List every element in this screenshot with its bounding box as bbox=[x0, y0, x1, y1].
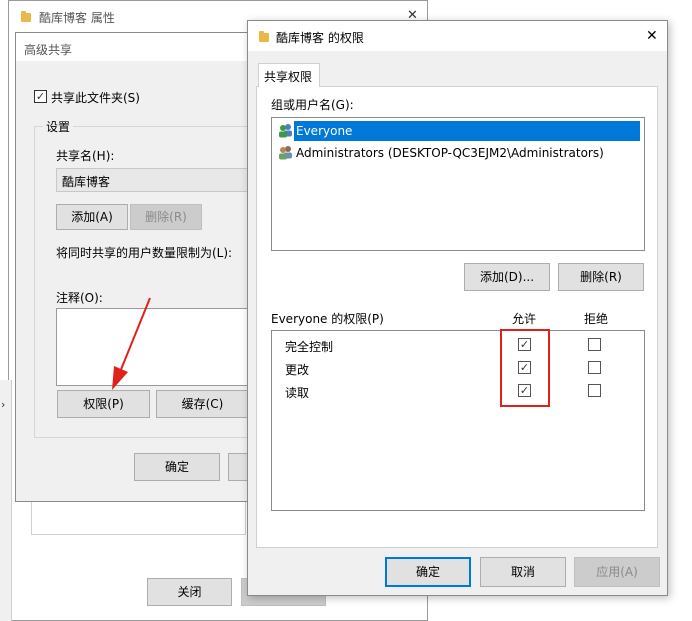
permissions-dialog-title: 酷库博客 的权限 bbox=[276, 31, 364, 45]
list-item-everyone[interactable]: Everyone bbox=[276, 121, 640, 141]
ok-button[interactable]: 确定 bbox=[385, 557, 471, 587]
list-item-administrators[interactable]: Administrators (DESKTOP-QC3EJM2\Administ… bbox=[276, 143, 640, 163]
folder-icon bbox=[21, 11, 31, 22]
permission-read: 读取 bbox=[285, 386, 310, 400]
user-group-icon bbox=[279, 146, 292, 160]
share-folder-checkbox[interactable]: ✓ bbox=[34, 90, 47, 103]
permissions-list bbox=[271, 330, 645, 511]
allow-highlight-box bbox=[500, 329, 550, 407]
user-name: Everyone bbox=[296, 124, 353, 138]
user-name: Administrators (DESKTOP-QC3EJM2\Administ… bbox=[296, 146, 604, 160]
add-button[interactable]: 添加(A) bbox=[56, 204, 128, 230]
remove-user-button[interactable]: 删除(R) bbox=[558, 263, 644, 291]
underlying-window-edge bbox=[0, 380, 12, 621]
chevron-right-icon[interactable]: › bbox=[1, 398, 5, 411]
deny-full-control-checkbox[interactable] bbox=[588, 338, 601, 351]
properties-window-title: 酷库博客 属性 bbox=[39, 11, 115, 25]
permission-full-control: 完全控制 bbox=[285, 340, 334, 354]
advanced-sharing-dialog: 高级共享 ✓ 共享此文件夹(S) 设置 共享名(H): 酷库博客 添加(A) 删… bbox=[15, 32, 268, 502]
permissions-dialog: 酷库博客 的权限 ✕ 共享权限 组或用户名(G): Everyone Admin bbox=[247, 20, 668, 596]
close-icon[interactable]: ✕ bbox=[646, 28, 658, 44]
settings-group-label: 设置 bbox=[43, 118, 74, 135]
close-button[interactable]: 关闭 bbox=[147, 578, 232, 606]
annotation-arrow bbox=[112, 297, 151, 390]
permissions-header: Everyone 的权限(P) bbox=[271, 312, 384, 326]
share-name-field[interactable]: 酷库博客 bbox=[56, 168, 256, 192]
remove-button: 删除(R) bbox=[130, 204, 202, 230]
cancel-button[interactable]: 取消 bbox=[480, 557, 566, 587]
deny-header: 拒绝 bbox=[584, 312, 609, 326]
share-name-value: 酷库博客 bbox=[62, 175, 111, 189]
advanced-sharing-title: 高级共享 bbox=[24, 43, 73, 57]
deny-read-checkbox[interactable] bbox=[588, 384, 601, 397]
apply-button: 应用(A) bbox=[574, 557, 660, 587]
group-user-label: 组或用户名(G): bbox=[271, 98, 354, 112]
cache-button[interactable]: 缓存(C) bbox=[156, 390, 249, 418]
tab-share-permissions-label: 共享权限 bbox=[264, 70, 313, 84]
share-folder-label: 共享此文件夹(S) bbox=[51, 91, 140, 105]
share-name-label: 共享名(H): bbox=[56, 149, 115, 163]
advanced-ok-button[interactable]: 确定 bbox=[134, 453, 220, 481]
user-list[interactable]: Everyone Administrators (DESKTOP-QC3EJM2… bbox=[271, 117, 645, 251]
comment-label: 注释(O): bbox=[56, 291, 103, 305]
users-icon bbox=[279, 124, 292, 138]
allow-header: 允许 bbox=[512, 312, 537, 326]
user-limit-label: 将同时共享的用户数量限制为(L): bbox=[56, 246, 233, 260]
folder-icon bbox=[259, 31, 269, 42]
deny-change-checkbox[interactable] bbox=[588, 361, 601, 374]
permission-change: 更改 bbox=[285, 363, 310, 377]
tab-share-permissions[interactable]: 共享权限 bbox=[258, 63, 320, 87]
add-user-button[interactable]: 添加(D)... bbox=[464, 263, 550, 291]
